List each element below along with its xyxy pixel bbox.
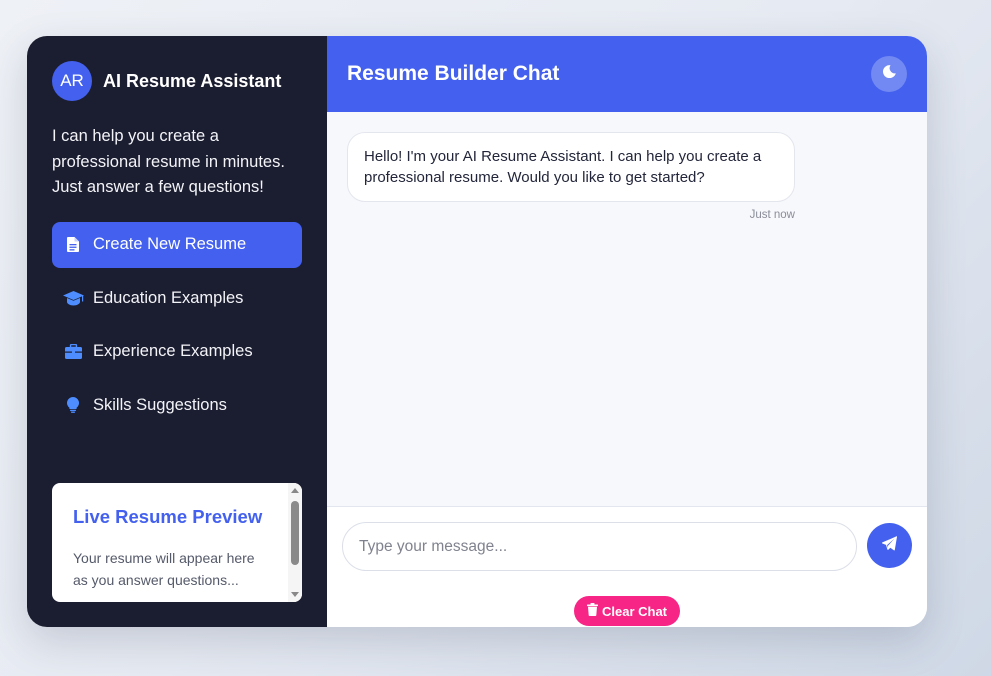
page-title: Resume Builder Chat (347, 62, 560, 85)
scroll-up-arrow-icon[interactable] (291, 488, 299, 493)
send-button[interactable] (867, 523, 912, 568)
chat-header: Resume Builder Chat (327, 36, 927, 112)
sidebar-item-label: Skills Suggestions (93, 395, 227, 414)
preview-scrollbar[interactable] (288, 483, 302, 602)
briefcase-icon (62, 344, 84, 359)
sidebar: AR AI Resume Assistant I can help you cr… (27, 36, 327, 627)
clear-chat-button[interactable]: Clear Chat (574, 596, 680, 626)
live-resume-preview[interactable]: Live Resume Preview Your resume will app… (52, 483, 302, 602)
message-timestamp: Just now (749, 209, 795, 221)
avatar: AR (52, 61, 92, 101)
app-window: AR AI Resume Assistant I can help you cr… (27, 36, 927, 627)
scroll-down-arrow-icon[interactable] (291, 592, 299, 597)
graduation-cap-icon (62, 290, 84, 306)
sidebar-item-label: Create New Resume (93, 235, 247, 253)
message-list: Hello! I'm your AI Resume Assistant. I c… (327, 112, 927, 506)
preview-title: Live Resume Preview (73, 506, 263, 527)
sidebar-nav: Create New Resume Education Examples Exp… (52, 221, 302, 429)
trash-icon (586, 603, 598, 619)
sidebar-item-label: Experience Examples (93, 342, 253, 360)
brand: AR AI Resume Assistant (52, 61, 302, 101)
sidebar-item-label: Education Examples (93, 288, 244, 307)
assistant-message: Hello! I'm your AI Resume Assistant. I c… (347, 132, 795, 202)
theme-toggle-button[interactable] (871, 56, 907, 92)
preview-text: Your resume will appear here as you answ… (73, 550, 255, 588)
clear-chat-label: Clear Chat (601, 603, 668, 619)
sidebar-item-create-new-resume[interactable]: Create New Resume (52, 221, 302, 268)
paper-plane-icon (882, 535, 898, 556)
sidebar-item-experience-examples[interactable]: Experience Examples (52, 329, 302, 375)
document-icon (62, 237, 84, 252)
lightbulb-icon (62, 397, 84, 413)
sidebar-item-education-examples[interactable]: Education Examples (52, 275, 302, 321)
moon-icon (882, 65, 896, 83)
chat-panel: Resume Builder Chat Hello! I'm your AI R… (327, 36, 927, 627)
brand-name: AI Resume Assistant (103, 70, 282, 91)
sidebar-item-skills-suggestions[interactable]: Skills Suggestions (52, 382, 302, 428)
intro-text: I can help you create a professional res… (52, 127, 285, 196)
message-input[interactable] (342, 522, 857, 571)
composer: Clear Chat (327, 506, 927, 627)
scroll-thumb[interactable] (291, 501, 299, 565)
